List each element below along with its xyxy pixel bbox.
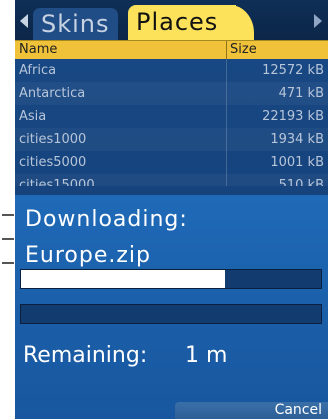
remaining-value: 1 m [185,343,228,368]
column-separator [226,41,227,59]
places-table: Name Size Africa 12572 kB Antarctica 471… [15,40,328,186]
column-separator [226,82,227,105]
arrow-right-icon[interactable] [314,14,322,28]
arrow-left-icon[interactable] [20,14,28,28]
column-separator [226,105,227,128]
table-row[interactable]: cities1000 1934 kB [15,128,328,151]
secondary-progress-bar [20,304,322,324]
table-row[interactable]: Asia 22193 kB [15,105,328,128]
row-size: 471 kB [278,86,324,101]
row-name: Asia [19,109,47,124]
table-row[interactable]: cities15000 510 kB [15,174,328,186]
dialog-title: Downloading: [25,207,188,232]
tab-skins[interactable]: Skins [33,8,118,40]
row-size: 1001 kB [270,155,324,170]
screen: Skins Places Name Size Africa 12572 kB A… [0,0,328,419]
table-row[interactable]: Antarctica 471 kB [15,82,328,105]
edge-mark [2,238,14,240]
table-row[interactable]: Africa 12572 kB [15,59,328,82]
row-size: 510 kB [278,178,324,186]
column-separator [226,151,227,174]
download-progress-bar [20,269,322,289]
download-filename: Europe.zip [25,243,151,268]
download-dialog: Downloading: Europe.zip Remaining: 1 m C… [15,195,328,419]
tab-bar: Skins Places [15,0,328,40]
edge-mark [2,214,14,216]
table-header: Name Size [15,40,328,59]
row-size: 22193 kB [262,109,324,124]
app-window: Skins Places Name Size Africa 12572 kB A… [15,0,328,419]
column-separator [226,59,227,82]
progress-fill [21,270,225,288]
tab-places[interactable]: Places [128,5,236,40]
row-name: cities15000 [19,178,95,186]
row-name: Antarctica [19,86,86,101]
remaining-label: Remaining: [23,343,148,368]
row-size: 1934 kB [270,132,324,147]
column-separator [226,128,227,151]
column-header-name[interactable]: Name [19,41,57,59]
column-separator [226,174,227,186]
row-name: Africa [19,63,57,78]
table-row[interactable]: cities5000 1001 kB [15,151,328,174]
row-name: cities5000 [19,155,87,170]
cancel-button[interactable]: Cancel [175,402,328,419]
row-size: 12572 kB [262,63,324,78]
column-header-size[interactable]: Size [230,41,257,59]
edge-mark [2,262,14,264]
row-name: cities1000 [19,132,87,147]
